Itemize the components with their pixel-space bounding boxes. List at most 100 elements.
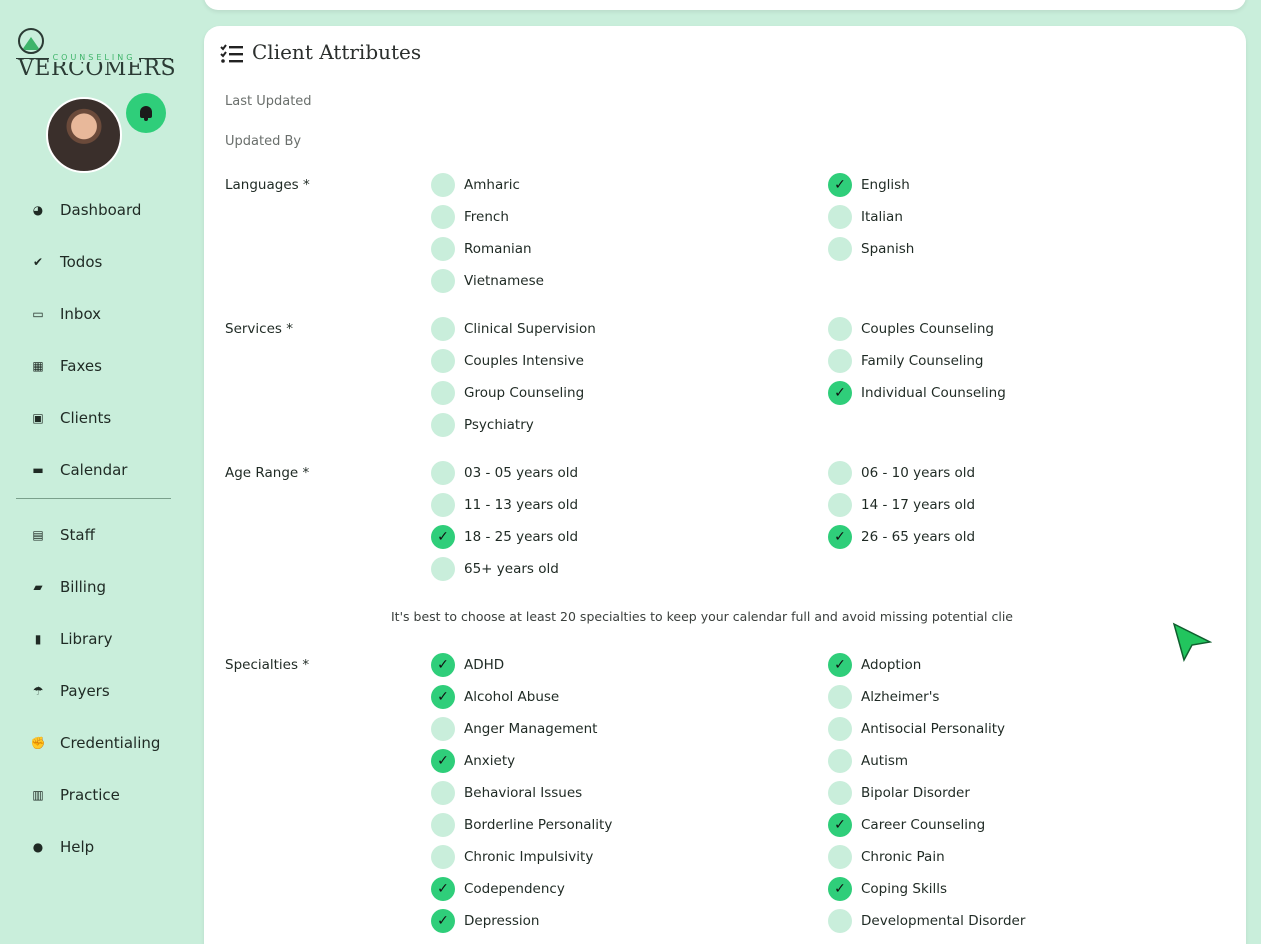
age-range-option[interactable]: 06 - 10 years old xyxy=(828,461,975,485)
unchecked-checkbox[interactable] xyxy=(431,269,455,293)
languages-option[interactable]: English xyxy=(828,173,910,197)
sidebar-item-dashboard[interactable]: ◕ Dashboard xyxy=(28,198,142,222)
unchecked-checkbox[interactable] xyxy=(431,461,455,485)
sidebar-item-clients[interactable]: ▣ Clients xyxy=(28,406,111,430)
sidebar-item-help[interactable]: ● Help xyxy=(28,835,94,859)
unchecked-checkbox[interactable] xyxy=(431,781,455,805)
unchecked-checkbox[interactable] xyxy=(828,349,852,373)
age-range-option[interactable]: 11 - 13 years old xyxy=(431,493,578,517)
specialties-option[interactable]: Depression xyxy=(431,909,539,933)
specialties-option[interactable]: Career Counseling xyxy=(828,813,985,837)
sidebar-item-todos[interactable]: ✔ Todos xyxy=(28,250,102,274)
sidebar-item-faxes[interactable]: ▦ Faxes xyxy=(28,354,102,378)
unchecked-checkbox[interactable] xyxy=(431,317,455,341)
checked-checkbox[interactable] xyxy=(828,173,852,197)
sidebar-item-calendar[interactable]: ▬ Calendar xyxy=(28,458,127,482)
specialties-option[interactable]: Alzheimer's xyxy=(828,685,939,709)
unchecked-checkbox[interactable] xyxy=(828,909,852,933)
languages-option[interactable]: Vietnamese xyxy=(431,269,544,293)
services-option[interactable]: Group Counseling xyxy=(431,381,584,405)
checked-checkbox[interactable] xyxy=(828,813,852,837)
user-avatar[interactable] xyxy=(46,97,122,173)
sidebar-item-label: Credentialing xyxy=(60,734,161,752)
languages-option[interactable]: French xyxy=(431,205,509,229)
unchecked-checkbox[interactable] xyxy=(431,349,455,373)
services-option[interactable]: Individual Counseling xyxy=(828,381,1006,405)
unchecked-checkbox[interactable] xyxy=(431,413,455,437)
unchecked-checkbox[interactable] xyxy=(431,173,455,197)
checked-checkbox[interactable] xyxy=(828,653,852,677)
checked-checkbox[interactable] xyxy=(431,525,455,549)
unchecked-checkbox[interactable] xyxy=(431,717,455,741)
age-range-option[interactable]: 18 - 25 years old xyxy=(431,525,578,549)
unchecked-checkbox[interactable] xyxy=(828,781,852,805)
unchecked-checkbox[interactable] xyxy=(431,205,455,229)
specialties-label: Specialties * xyxy=(225,657,310,673)
unchecked-checkbox[interactable] xyxy=(431,813,455,837)
services-option[interactable]: Couples Counseling xyxy=(828,317,994,341)
languages-option[interactable]: Spanish xyxy=(828,237,914,261)
checked-checkbox[interactable] xyxy=(431,685,455,709)
specialties-option[interactable]: Chronic Impulsivity xyxy=(431,845,593,869)
sidebar-item-billing[interactable]: ▰ Billing xyxy=(28,575,106,599)
sidebar-item-practice[interactable]: ▥ Practice xyxy=(28,783,120,807)
option-label: 06 - 10 years old xyxy=(861,465,976,481)
specialties-option[interactable]: Coping Skills xyxy=(828,877,947,901)
specialties-option[interactable]: Behavioral Issues xyxy=(431,781,582,805)
sidebar-item-inbox[interactable]: ▭ Inbox xyxy=(28,302,101,326)
sidebar-item-staff[interactable]: ▤ Staff xyxy=(28,523,95,547)
specialties-option[interactable]: ADHD xyxy=(431,653,504,677)
specialties-option[interactable]: Developmental Disorder xyxy=(828,909,1025,933)
sidebar-item-label: Clients xyxy=(60,409,112,427)
unchecked-checkbox[interactable] xyxy=(431,237,455,261)
unchecked-checkbox[interactable] xyxy=(431,493,455,517)
specialties-option[interactable]: Bipolar Disorder xyxy=(828,781,970,805)
services-option[interactable]: Psychiatry xyxy=(431,413,534,437)
services-option[interactable]: Clinical Supervision xyxy=(431,317,596,341)
age-range-option[interactable]: 03 - 05 years old xyxy=(431,461,578,485)
age-range-option[interactable]: 26 - 65 years old xyxy=(828,525,975,549)
checked-checkbox[interactable] xyxy=(431,877,455,901)
unchecked-checkbox[interactable] xyxy=(431,845,455,869)
specialties-option[interactable]: Borderline Personality xyxy=(431,813,612,837)
unchecked-checkbox[interactable] xyxy=(828,461,852,485)
specialties-option[interactable]: Alcohol Abuse xyxy=(431,685,559,709)
unchecked-checkbox[interactable] xyxy=(828,845,852,869)
specialties-option[interactable]: Anxiety xyxy=(431,749,515,773)
sidebar-item-library[interactable]: ▮ Library xyxy=(28,627,113,651)
unchecked-checkbox[interactable] xyxy=(828,685,852,709)
checked-checkbox[interactable] xyxy=(431,909,455,933)
unchecked-checkbox[interactable] xyxy=(828,317,852,341)
unchecked-checkbox[interactable] xyxy=(828,749,852,773)
specialties-option[interactable]: Adoption xyxy=(828,653,921,677)
option-label: Behavioral Issues xyxy=(464,785,583,801)
services-option[interactable]: Couples Intensive xyxy=(431,349,584,373)
languages-option[interactable]: Amharic xyxy=(431,173,520,197)
services-option[interactable]: Family Counseling xyxy=(828,349,984,373)
updated-by-label: Updated By xyxy=(225,134,302,149)
checked-checkbox[interactable] xyxy=(828,381,852,405)
age-range-option[interactable]: 65+ years old xyxy=(431,557,559,581)
unchecked-checkbox[interactable] xyxy=(828,493,852,517)
checked-checkbox[interactable] xyxy=(431,653,455,677)
sidebar-item-credentialing[interactable]: ✊ Credentialing xyxy=(28,731,161,755)
unchecked-checkbox[interactable] xyxy=(828,717,852,741)
languages-option[interactable]: Romanian xyxy=(431,237,532,261)
checked-checkbox[interactable] xyxy=(431,749,455,773)
sidebar-item-payers[interactable]: ☂ Payers xyxy=(28,679,110,703)
specialties-option[interactable]: Antisocial Personality xyxy=(828,717,1005,741)
unchecked-checkbox[interactable] xyxy=(828,205,852,229)
unchecked-checkbox[interactable] xyxy=(431,557,455,581)
checked-checkbox[interactable] xyxy=(828,877,852,901)
brand-logo[interactable]: VERCOMERS COUNSELING xyxy=(14,26,176,81)
unchecked-checkbox[interactable] xyxy=(431,381,455,405)
notifications-button[interactable] xyxy=(126,93,166,133)
age-range-option[interactable]: 14 - 17 years old xyxy=(828,493,975,517)
specialties-option[interactable]: Anger Management xyxy=(431,717,597,741)
languages-option[interactable]: Italian xyxy=(828,205,903,229)
specialties-option[interactable]: Chronic Pain xyxy=(828,845,945,869)
checked-checkbox[interactable] xyxy=(828,525,852,549)
specialties-option[interactable]: Autism xyxy=(828,749,908,773)
unchecked-checkbox[interactable] xyxy=(828,237,852,261)
specialties-option[interactable]: Codependency xyxy=(431,877,565,901)
